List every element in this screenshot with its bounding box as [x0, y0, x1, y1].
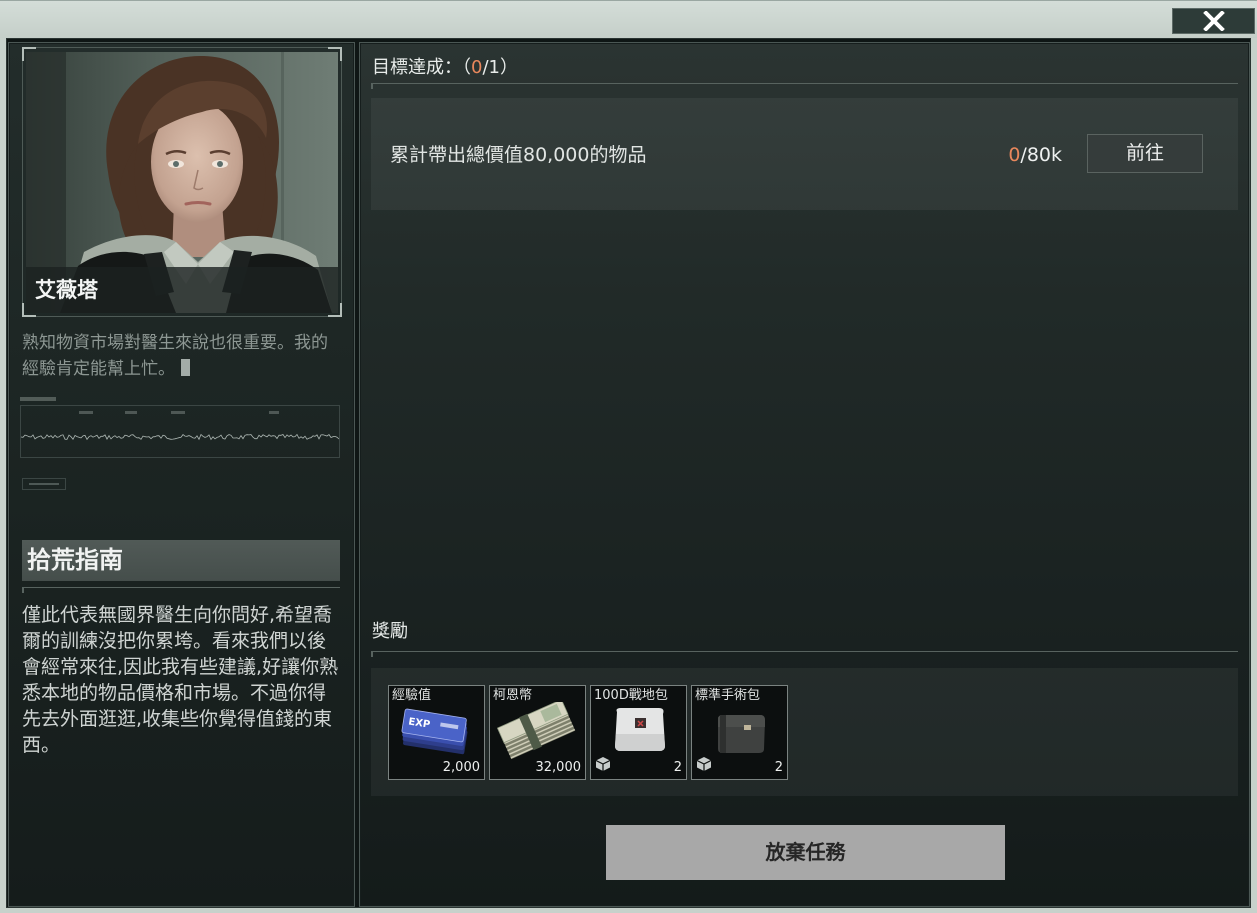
- quest-window: 艾薇塔 熟知物資市場對醫生來說也很重要。我的經驗肯定能幫上忙。 拾荒指南 僅此代…: [6, 38, 1251, 908]
- waveform-panel: [20, 405, 340, 458]
- objectives-header: 目標達成：（0/1）: [372, 56, 518, 80]
- waveform-caption: [20, 397, 56, 401]
- rewards-list: 經驗值 EXP 2,000 柯恩幣 32,000 100D戰地包 2 標準手術包…: [371, 668, 1238, 796]
- character-portrait: 艾薇塔: [26, 52, 338, 313]
- surgical-kit-icon: [718, 715, 765, 753]
- objectives-open-paren: （: [462, 57, 471, 78]
- reward-name: 經驗值: [392, 688, 432, 703]
- quote-text: 熟知物資市場對醫生來說也很重要。我的經驗肯定能幫上忙。: [22, 333, 328, 379]
- reward-card-field-medkit[interactable]: 100D戰地包 2: [590, 685, 687, 780]
- go-to-button[interactable]: 前往: [1087, 134, 1203, 173]
- reward-card-exp[interactable]: 經驗值 EXP 2,000: [388, 685, 485, 780]
- reward-quantity: 2: [774, 760, 783, 775]
- reward-name: 標準手術包: [695, 688, 761, 703]
- objectives-done-count: 0: [471, 57, 483, 78]
- window-title-bar: [0, 0, 1257, 38]
- abandon-quest-button[interactable]: 放棄任務: [606, 825, 1005, 880]
- objectives-total-count: 1: [488, 57, 500, 78]
- reward-quantity: 2: [673, 760, 682, 775]
- objective-progress: 0/80k: [1008, 142, 1062, 168]
- guide-title: 拾荒指南: [22, 540, 340, 581]
- exp-tickets-icon: EXP: [401, 708, 468, 755]
- waveform-graphic: [21, 433, 339, 441]
- status-tag-mark: [29, 483, 59, 485]
- character-name: 艾薇塔: [35, 278, 98, 302]
- box-icon: [696, 757, 712, 771]
- close-icon: [1202, 11, 1225, 31]
- frame-corner-top-right: [328, 47, 342, 61]
- frame-corner-top-left: [22, 47, 36, 61]
- guide-divider: [22, 587, 340, 593]
- objectives-label: 目標達成：: [372, 57, 462, 78]
- portrait-frame: 艾薇塔: [22, 47, 342, 317]
- objectives-divider: [371, 83, 1238, 89]
- character-name-band: 艾薇塔: [26, 267, 338, 313]
- rewards-label: 獎勵: [372, 621, 408, 642]
- reward-quantity: 2,000: [442, 760, 480, 775]
- objective-current: 0: [1008, 144, 1021, 166]
- status-tag: [22, 478, 66, 490]
- reward-card-roubles[interactable]: 柯恩幣 32,000: [489, 685, 586, 780]
- frame-corner-bottom-left: [22, 303, 36, 317]
- objective-text: 累計帶出總價值80,000的物品: [390, 144, 647, 166]
- text-cursor: [181, 359, 190, 376]
- objective-target: 80k: [1026, 144, 1062, 166]
- character-quote: 熟知物資市場對醫生來說也很重要。我的經驗肯定能幫上忙。: [22, 330, 332, 382]
- frame-corner-bottom-right: [328, 303, 342, 317]
- box-icon: [595, 757, 611, 771]
- objective-row: 累計帶出總價值80,000的物品 0/80k 前往: [371, 98, 1238, 210]
- objectives-close-paren: ）: [499, 57, 518, 78]
- close-button[interactable]: [1172, 8, 1255, 34]
- trader-panel: 艾薇塔 熟知物資市場對醫生來說也很重要。我的經驗肯定能幫上忙。 拾荒指南 僅此代…: [8, 42, 355, 907]
- reward-name: 100D戰地包: [594, 688, 668, 703]
- rewards-divider: [371, 651, 1238, 657]
- quest-detail-panel: 目標達成：（0/1） 累計帶出總價值80,000的物品 0/80k 前往 獎勵 …: [359, 42, 1250, 907]
- reward-card-surgical-kit[interactable]: 標準手術包 2: [691, 685, 788, 780]
- waveform-line: [21, 433, 339, 441]
- field-medkit-bag-icon: [615, 708, 665, 751]
- banknote-stack-icon: [497, 702, 576, 760]
- guide-description: 僅此代表無國界醫生向你問好,希望喬爾的訓練沒把你累垮。看來我們以後會經常來往,因…: [22, 604, 339, 756]
- reward-quantity: 32,000: [535, 760, 582, 775]
